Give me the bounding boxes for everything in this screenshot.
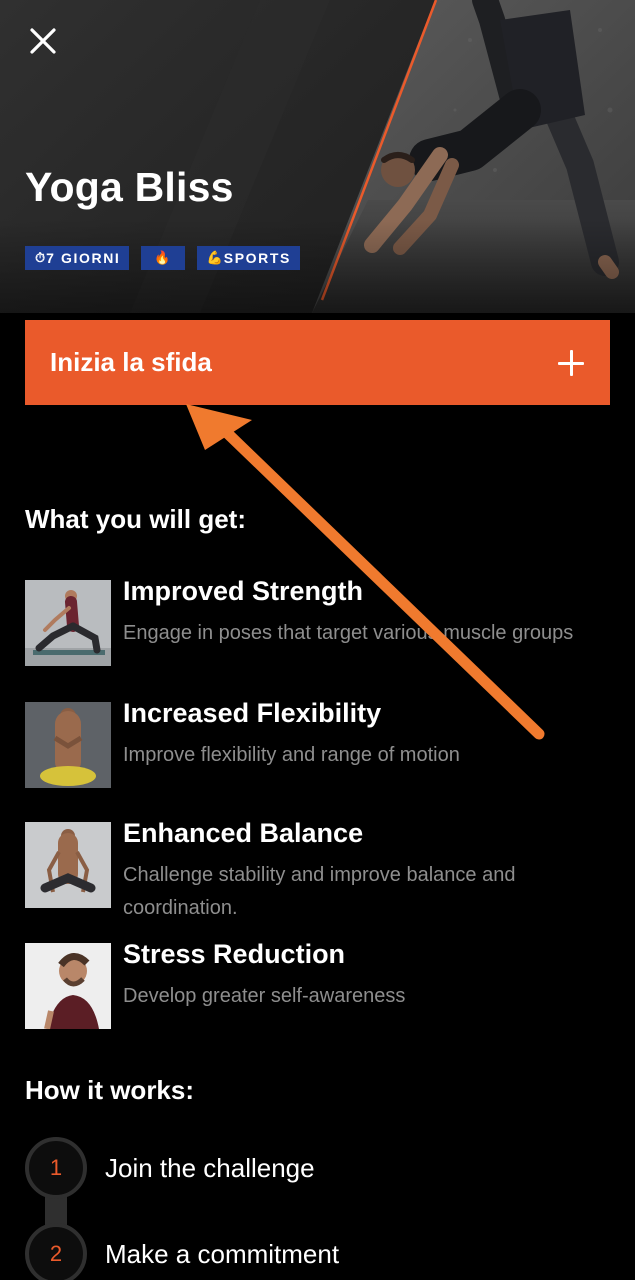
start-challenge-button[interactable]: Inizia la sfida [25,320,610,405]
plus-icon [558,349,584,376]
stopwatch-icon: ⏱ [35,250,46,266]
challenge-title: Yoga Bliss [25,164,234,210]
benefit-thumbnail [25,822,111,908]
benefit-title: Stress Reduction [123,939,346,969]
step-number: 1 [25,1137,87,1199]
benefit-title: Increased Flexibility [123,698,382,728]
duration-tag-label: 7 GIORNI [46,250,121,266]
benefits-heading: What you will get: [25,504,246,534]
challenge-detail-screen: Yoga Bliss ⏱ 7 GIORNI 🔥 💪 SPORTS Inizia … [0,0,635,1280]
intensity-tag: 🔥 [141,246,185,270]
step-item: 2 Make a commitment [25,1223,585,1280]
how-it-works-heading: How it works: [25,1075,195,1105]
benefit-title: Improved Strength [123,576,364,606]
benefit-thumbnail [25,580,111,666]
flexed-biceps-icon: 💪 [206,250,223,266]
step-number: 2 [25,1223,87,1280]
benefit-description: Engage in poses that target various musc… [123,622,574,644]
fire-icon: 🔥 [154,250,171,266]
benefit-thumbnail [25,702,111,788]
category-tag: 💪 SPORTS [196,246,300,270]
benefit-description: Improve flexibility and range of motion [123,744,460,766]
step-item: 1 Join the challenge [25,1137,585,1199]
step-label: Make a commitment [105,1238,340,1269]
step-label: Join the challenge [105,1152,315,1183]
challenge-tags: ⏱ 7 GIORNI 🔥 💪 SPORTS [25,246,300,270]
close-button[interactable] [20,18,66,64]
category-tag-label: SPORTS [223,250,291,266]
duration-tag: ⏱ 7 GIORNI [25,246,130,270]
benefit-description: Develop greater self-awareness [123,985,406,1007]
benefit-title: Enhanced Balance [123,818,364,848]
close-icon [30,28,56,54]
start-challenge-label: Inizia la sfida [50,347,212,377]
hero-header: Yoga Bliss ⏱ 7 GIORNI 🔥 💪 SPORTS [0,0,635,313]
benefit-thumbnail [25,943,111,1029]
benefit-description: Challenge stability and improve balance … [123,864,516,919]
